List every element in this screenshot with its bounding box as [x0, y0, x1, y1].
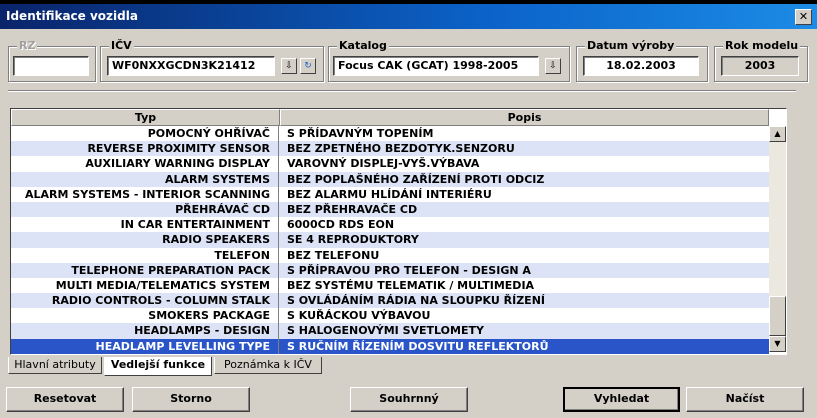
- storno-button[interactable]: Storno: [132, 387, 250, 412]
- cell-typ: TELEPHONE PREPARATION PACK: [11, 262, 279, 278]
- cell-typ: MULTI MEDIA/TELEMATICS SYSTEM: [11, 277, 279, 294]
- cell-typ: REVERSE PROXIMITY SENSOR: [11, 141, 279, 157]
- tab-vedlejsi-funkce[interactable]: Vedlejší funkce: [104, 357, 212, 376]
- column-header-popis[interactable]: Popis: [280, 109, 769, 126]
- cell-popis: VAROVNÝ DISPLEJ-VYŠ.VÝBAVA: [287, 157, 480, 171]
- window-title: Identifikace vozidla: [6, 9, 138, 23]
- table-row[interactable]: REVERSE PROXIMITY SENSOR BEZ ZPETNÉHO BEZ…: [11, 141, 769, 157]
- dropdown-arrow-icon[interactable]: ⇩: [545, 58, 561, 74]
- cell-popis: BEZ TELEFONU: [287, 248, 380, 262]
- katalog-group: Katalog Focus CAK (GCAT) 1998-2005 ⇩: [328, 39, 570, 82]
- table-row[interactable]: TELEFON BEZ TELEFONU: [11, 247, 769, 263]
- scroll-down-icon[interactable]: ▼: [769, 336, 786, 352]
- cell-typ: RADIO SPEAKERS: [11, 232, 279, 248]
- cell-typ: IN CAR ENTERTAINMENT: [11, 217, 279, 233]
- datum-input[interactable]: 18.02.2003: [583, 56, 699, 76]
- cell-typ: HEADLAMP LEVELLING TYPE: [11, 338, 279, 354]
- table-row[interactable]: TELEPHONE PREPARATION PACK S PŘÍPRAVOU PR…: [11, 262, 769, 278]
- cell-typ: TELEFON: [11, 247, 279, 263]
- close-icon[interactable]: ✕: [795, 9, 812, 25]
- column-header-typ[interactable]: Typ: [11, 109, 280, 126]
- datum-group: Datum výroby 18.02.2003: [576, 39, 708, 82]
- table-row[interactable]: POMOCNÝ OHŘÍVAČ S PŘÍDAVNÝM TOPENÍM: [11, 126, 769, 142]
- cell-popis: SE 4 REPRODUKTORY: [287, 233, 419, 247]
- cell-typ: POMOCNÝ OHŘÍVAČ: [11, 126, 279, 142]
- cell-typ: RADIO CONTROLS - COLUMN STALK: [11, 293, 279, 309]
- separator: [8, 90, 796, 92]
- souhrnny-button[interactable]: Souhrnný: [350, 387, 468, 412]
- table-row[interactable]: RADIO SPEAKERS SE 4 REPRODUKTORY: [11, 232, 769, 248]
- cell-popis: BEZ ALARMU HLÍDÁNÍ INTERIÉRU: [287, 187, 492, 201]
- tab-hlavni-atributy[interactable]: Hlavní atributy: [8, 357, 102, 374]
- refresh-icon[interactable]: ↻: [300, 58, 316, 74]
- cell-typ: ALARM SYSTEMS: [11, 171, 279, 187]
- table-body: POMOCNÝ OHŘÍVAČ S PŘÍDAVNÝM TOPENÍM REVERS…: [11, 126, 769, 354]
- cell-popis: S RUČNÍM ŘÍZENÍM DOSVITU REFLEKTORŮ: [287, 339, 549, 353]
- vertical-scrollbar[interactable]: ▲ ▼: [769, 126, 786, 352]
- title-bar: Identifikace vozidla ✕: [0, 4, 817, 29]
- table-row[interactable]: ALARM SYSTEMS - INTERIOR SCANNING BEZ ALA…: [11, 186, 769, 202]
- table-header: Typ Popis: [11, 109, 769, 126]
- tab-poznamka-k-icv[interactable]: Poznámka k IČV: [214, 357, 322, 374]
- icv-input[interactable]: WF0NXXGCDN3K21412: [107, 56, 275, 76]
- table-row[interactable]: AUXILIARY WARNING DISPLAY VAROVNÝ DISPLEJ…: [11, 156, 769, 172]
- datum-label: Datum výroby: [585, 39, 677, 52]
- cell-popis: S KUŘÁCKOU VÝBAVOU: [287, 309, 431, 323]
- cell-popis: BEZ POPLAŠNÉHO ZAŘÍZENÍ PROTI ODCIZ: [287, 172, 545, 186]
- rz-group: RZ: [8, 39, 96, 82]
- rok-value: 2003: [721, 56, 799, 76]
- cell-popis: S HALOGENOVÝMI SVETLOMETY: [287, 324, 484, 338]
- table-row[interactable]: HEADLAMPS - DESIGN S HALOGENOVÝMI SVETLOM…: [11, 323, 769, 339]
- cell-typ: HEADLAMPS - DESIGN: [11, 323, 279, 339]
- cell-popis: 6000CD RDS EON: [287, 218, 395, 232]
- scroll-up-icon[interactable]: ▲: [769, 126, 786, 142]
- rok-label: Rok modelu: [723, 39, 801, 52]
- reset-button[interactable]: Resetovat: [6, 387, 124, 412]
- table-row[interactable]: RADIO CONTROLS - COLUMN STALK S OVLÁDÁNÍM…: [11, 293, 769, 309]
- table-row[interactable]: IN CAR ENTERTAINMENT 6000CD RDS EON: [11, 217, 769, 233]
- icv-label: IČV: [109, 39, 134, 52]
- vyhledat-button[interactable]: Vyhledat: [563, 387, 680, 412]
- scroll-thumb[interactable]: [769, 296, 786, 336]
- tab-strip: Hlavní atributy Vedlejší funkce Poznámka…: [8, 357, 324, 376]
- cell-typ: PŘEHRÁVAČ CD: [11, 201, 279, 218]
- cell-popis: S PŘÍPRAVOU PRO TELEFON - DESIGN A: [287, 263, 531, 277]
- cell-typ: ALARM SYSTEMS - INTERIOR SCANNING: [11, 186, 279, 202]
- cell-typ: SMOKERS PACKAGE: [11, 308, 279, 324]
- cell-typ: AUXILIARY WARNING DISPLAY: [11, 156, 279, 172]
- table-row[interactable]: ALARM SYSTEMS BEZ POPLAŠNÉHO ZAŘÍZENÍ PRO…: [11, 171, 769, 187]
- katalog-label: Katalog: [337, 39, 389, 52]
- table-row[interactable]: PŘEHRÁVAČ CD BEZ PŘEHRAVAČE CD: [11, 201, 769, 218]
- cell-popis: BEZ PŘEHRAVAČE CD: [287, 202, 418, 216]
- attributes-table: Typ Popis POMOCNÝ OHŘÍVAČ S PŘÍDAVNÝM TOP…: [10, 108, 787, 355]
- cell-popis: BEZ SYSTÉMU TELEMATIK / MULTIMEDIA: [287, 278, 535, 292]
- rz-label: RZ: [17, 39, 38, 52]
- icv-group: IČV WF0NXXGCDN3K21412 ⇩ ↻: [100, 39, 324, 82]
- nacist-button[interactable]: Načíst: [686, 387, 804, 412]
- dropdown-arrow-icon[interactable]: ⇩: [281, 58, 297, 74]
- rok-group: Rok modelu 2003: [714, 39, 808, 82]
- katalog-select[interactable]: Focus CAK (GCAT) 1998-2005: [333, 56, 539, 76]
- table-row[interactable]: MULTI MEDIA/TELEMATICS SYSTEM BEZ SYSTÉMU…: [11, 277, 769, 294]
- rz-input[interactable]: [13, 56, 89, 76]
- cell-popis: S OVLÁDÁNÍM RÁDIA NA SLOUPKU ŘÍZENÍ: [287, 294, 545, 308]
- cell-popis: BEZ ZPETNÉHO BEZDOTYK.SENZORU: [287, 142, 515, 156]
- table-row[interactable]: SMOKERS PACKAGE S KUŘÁCKOU VÝBAVOU: [11, 308, 769, 324]
- cell-popis: S PŘÍDAVNÝM TOPENÍM: [287, 127, 434, 140]
- table-row[interactable]: HEADLAMP LEVELLING TYPE S RUČNÍM ŘÍZENÍM …: [11, 338, 769, 354]
